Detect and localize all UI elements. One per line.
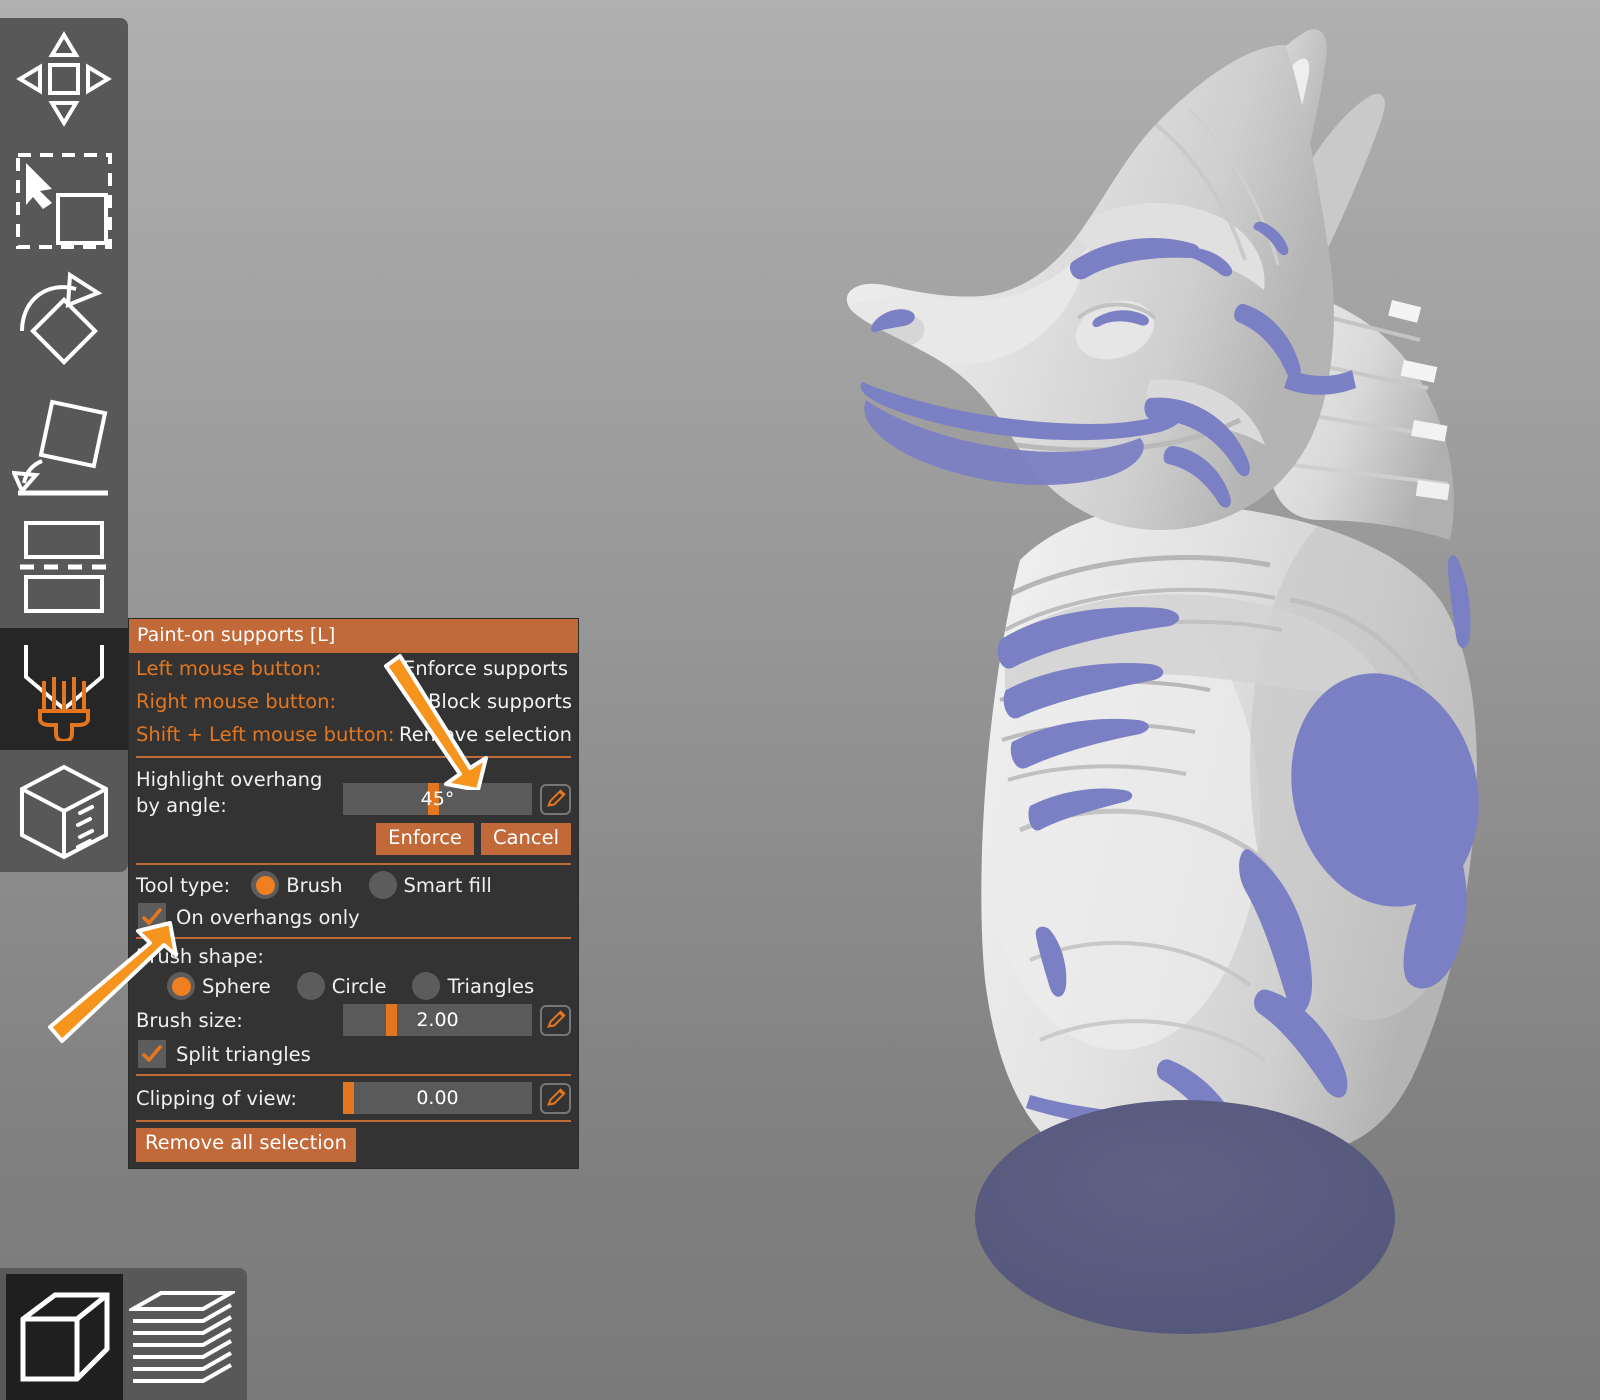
- brush-size-label: Brush size:: [136, 1008, 243, 1032]
- brush-shape-label: Brush shape:: [136, 945, 264, 969]
- sidebar-item-move[interactable]: [0, 18, 128, 140]
- highlight-overhang-label: Highlight overhang by angle:: [136, 768, 323, 818]
- radio-smart-fill[interactable]: [368, 871, 397, 900]
- separator: [136, 1074, 571, 1077]
- sidebar-item-rotate[interactable]: [0, 262, 128, 384]
- sidebar-item-seam-painting[interactable]: [0, 750, 128, 872]
- pencil-edit-icon[interactable]: [540, 1082, 571, 1114]
- hint-row-left-mouse: Left mouse button: Enforce supports: [129, 653, 578, 686]
- radio-dot: [255, 875, 275, 895]
- sidebar-item-scale[interactable]: [0, 140, 128, 262]
- sidebar-item-cut[interactable]: [0, 506, 128, 628]
- clipping-of-view-slider[interactable]: 0.00: [343, 1082, 532, 1115]
- separator: [136, 937, 571, 940]
- tool-type-row: Tool type: Brush Smart fill: [129, 869, 578, 901]
- layers-stack-icon: [128, 1291, 235, 1383]
- view-btn-3d-editor[interactable]: [6, 1274, 123, 1400]
- split-triangles-checkbox[interactable]: [138, 1040, 166, 1069]
- hint-key: Shift + Left mouse button:: [136, 722, 395, 746]
- pencil-glyph: [546, 1010, 566, 1028]
- brush-shape-options-row: Sphere Circle Triangles: [129, 970, 578, 1002]
- split-triangles-row: Split triangles: [129, 1038, 578, 1070]
- slider-handle[interactable]: [386, 1004, 398, 1037]
- paint-brush-support-icon: [24, 645, 104, 741]
- place-on-face-icon: [12, 399, 108, 496]
- brush-size-slider[interactable]: 2.00: [343, 1004, 532, 1037]
- separator: [136, 756, 571, 759]
- hint-value: Remove selection: [399, 722, 572, 746]
- split-triangles-label: Split triangles: [176, 1042, 311, 1066]
- cancel-button[interactable]: Cancel: [480, 822, 571, 856]
- highlight-overhang-row: Highlight overhang by angle: 45°: [129, 763, 578, 818]
- radio-circle-label: Circle: [331, 974, 387, 998]
- on-overhangs-only-checkbox[interactable]: [138, 903, 166, 932]
- radio-circle[interactable]: [296, 972, 325, 1001]
- slider-value: 45°: [420, 788, 455, 811]
- clipping-of-view-row: Clipping of view: 0.00: [129, 1080, 578, 1116]
- slider-value: 2.00: [416, 1009, 459, 1032]
- radio-sphere[interactable]: [167, 972, 195, 1001]
- highlight-overhang-slider[interactable]: 45°: [343, 783, 532, 816]
- radio-smart-fill-label: Smart fill: [403, 873, 492, 897]
- sidebar-item-paint-on-supports[interactable]: [0, 628, 128, 750]
- radio-brush-label: Brush: [286, 873, 343, 897]
- tool-type-label: Tool type:: [136, 873, 231, 897]
- radio-dot: [171, 976, 191, 996]
- move-arrows-icon: [16, 31, 112, 127]
- left-toolbar[interactable]: [0, 18, 128, 872]
- pencil-edit-icon[interactable]: [540, 783, 571, 815]
- hint-row-shift-left-mouse: Shift + Left mouse button: Remove select…: [129, 719, 578, 752]
- on-overhangs-only-label: On overhangs only: [176, 905, 360, 929]
- brush-shape-label-row: Brush shape:: [129, 943, 578, 970]
- seam-cube-icon: [20, 764, 108, 860]
- radio-brush[interactable]: [251, 871, 280, 900]
- solid-cube-icon: [20, 1292, 109, 1382]
- rotate-icon: [20, 271, 103, 365]
- enforce-button[interactable]: Enforce: [376, 822, 474, 856]
- brush-size-row: Brush size: 2.00: [129, 1002, 578, 1038]
- hint-value: Block supports: [428, 689, 572, 713]
- separator: [136, 1120, 571, 1123]
- clipping-of-view-label: Clipping of view:: [136, 1086, 297, 1110]
- radio-triangles-label: Triangles: [447, 974, 535, 998]
- slider-value: 0.00: [416, 1087, 459, 1110]
- scale-selection-icon: [16, 153, 112, 249]
- radio-triangles[interactable]: [412, 972, 441, 1001]
- view-mode-toolbar[interactable]: [0, 1268, 247, 1400]
- cut-icon: [20, 521, 108, 613]
- check-icon: [142, 1045, 162, 1063]
- hint-row-right-mouse: Right mouse button: Block supports: [129, 686, 578, 719]
- panel-title: Paint-on supports [L]: [129, 619, 578, 653]
- separator: [136, 863, 571, 866]
- on-overhangs-only-row: On overhangs only: [129, 901, 578, 933]
- hint-key: Right mouse button:: [136, 689, 337, 713]
- check-icon: [142, 908, 162, 926]
- sidebar-item-place-on-face[interactable]: [0, 384, 128, 506]
- radio-sphere-label: Sphere: [202, 974, 271, 998]
- paint-on-supports-panel[interactable]: Paint-on supports [L] Left mouse button:…: [129, 619, 578, 1168]
- pencil-edit-icon[interactable]: [540, 1004, 571, 1036]
- remove-all-selection-button[interactable]: Remove all selection: [136, 1128, 356, 1162]
- view-btn-preview[interactable]: [123, 1274, 240, 1400]
- hint-key: Left mouse button:: [136, 657, 322, 680]
- slider-handle[interactable]: [343, 1082, 354, 1115]
- model-base-disc: [975, 1100, 1395, 1334]
- pencil-glyph: [546, 1088, 566, 1106]
- angle-action-buttons: Enforce Cancel: [129, 819, 578, 859]
- pencil-glyph: [546, 789, 566, 808]
- hint-value: Enforce supports: [402, 657, 568, 680]
- model-torso: [981, 504, 1479, 1150]
